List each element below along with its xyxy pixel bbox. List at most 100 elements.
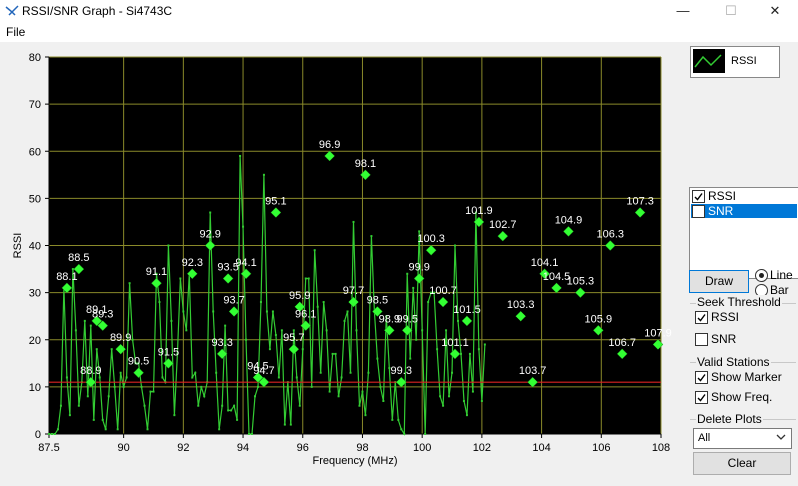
station-frequency-label: 103.7 — [519, 365, 547, 377]
series-item-rssi[interactable]: RSSI — [691, 189, 797, 203]
rssi-data-point — [483, 343, 486, 346]
rssi-data-point — [477, 348, 480, 351]
station-frequency-label: 107.9 — [644, 327, 672, 339]
seek-rssi-checkbox[interactable] — [695, 311, 708, 324]
line-radio[interactable] — [755, 269, 768, 282]
rssi-data-point — [421, 329, 424, 332]
rssi-data-point — [116, 428, 119, 431]
rssi-data-point — [415, 338, 418, 341]
station-frequency-label: 88.9 — [80, 365, 101, 377]
station-frequency-label: 91.1 — [146, 266, 167, 278]
rssi-data-point — [200, 385, 203, 388]
rssi-data-point — [185, 329, 188, 332]
rssi-data-point — [376, 357, 379, 360]
rssi-data-point — [283, 423, 286, 426]
rssi-data-point — [245, 338, 248, 341]
rssi-data-point — [352, 220, 355, 223]
y-tick-label: 40 — [29, 241, 41, 253]
delete-plots-title: Delete Plots — [696, 412, 763, 426]
x-tick-label: 100 — [413, 442, 431, 454]
show-freq-checkbox[interactable] — [695, 391, 708, 404]
rssi-data-point — [316, 305, 319, 308]
rssi-data-point — [271, 310, 274, 313]
rssi-data-point — [325, 329, 328, 332]
rssi-data-point — [179, 277, 182, 280]
rssi-data-point — [48, 433, 50, 435]
rssi-data-point — [313, 249, 316, 252]
show-marker-checkbox[interactable] — [695, 371, 708, 384]
seek-threshold-title: Seek Threshold — [696, 295, 782, 309]
station-frequency-label: 100.7 — [429, 285, 457, 297]
x-tick-label: 102 — [473, 442, 491, 454]
rssi-data-point — [92, 418, 95, 421]
rssi-data-point — [349, 371, 352, 374]
rssi-data-point — [304, 277, 307, 280]
station-frequency-label: 101.9 — [465, 205, 493, 217]
rssi-data-point — [480, 400, 483, 403]
rssi-data-point — [418, 230, 421, 233]
rssi-data-point — [53, 433, 56, 435]
rssi-data-point — [149, 390, 152, 393]
station-frequency-label: 98.1 — [355, 158, 376, 170]
rssi-data-point — [361, 390, 364, 393]
rssi-data-point — [83, 319, 86, 322]
rssi-data-point — [230, 409, 233, 412]
rssi-data-point — [277, 376, 280, 379]
seek-snr-checkbox[interactable] — [695, 333, 708, 346]
x-tick-label: 108 — [652, 442, 670, 454]
rssi-data-point — [209, 211, 212, 214]
rssi-data-point — [233, 404, 236, 407]
show-freq-label: Show Freq. — [711, 390, 773, 404]
rssi-data-point — [259, 301, 262, 304]
rssi-data-point — [86, 395, 89, 398]
maximize-button[interactable]: ☐ — [708, 0, 754, 22]
rssi-data-point — [182, 310, 185, 313]
clear-button[interactable]: Clear — [693, 452, 791, 475]
rssi-data-point — [119, 371, 122, 374]
close-button[interactable]: ✕ — [752, 0, 798, 22]
series-snr-checkbox[interactable] — [692, 205, 705, 218]
delete-plots-select[interactable]: All — [693, 428, 792, 449]
rssi-data-point — [146, 428, 149, 431]
rssi-data-point — [215, 371, 218, 374]
rssi-data-point — [128, 282, 131, 285]
station-frequency-label: 99.5 — [397, 313, 418, 325]
y-tick-label: 10 — [29, 382, 41, 394]
rssi-data-point — [170, 319, 173, 322]
station-frequency-label: 106.3 — [596, 229, 624, 241]
station-frequency-label: 91.5 — [158, 346, 179, 358]
series-item-snr[interactable]: SNR — [691, 204, 797, 218]
rssi-data-point — [265, 310, 268, 313]
rssi-data-point — [242, 225, 245, 228]
rssi-data-point — [448, 395, 451, 398]
rssi-data-point — [152, 390, 155, 393]
rssi-data-point — [248, 433, 251, 435]
station-frequency-label: 107.3 — [626, 196, 654, 208]
station-frequency-label: 97.7 — [343, 285, 364, 297]
rssi-data-point — [451, 371, 454, 374]
minimize-button[interactable]: — — [660, 0, 706, 22]
y-tick-label: 80 — [29, 52, 41, 64]
draw-button[interactable]: Draw — [689, 270, 749, 293]
rssi-data-point — [197, 404, 200, 407]
rssi-data-point — [468, 352, 471, 355]
series-checklist[interactable]: RSSI SNR — [689, 187, 798, 279]
rssi-data-point — [331, 352, 334, 355]
series-rssi-checkbox[interactable] — [692, 190, 705, 203]
rssi-data-point — [346, 310, 349, 313]
rssi-data-point — [400, 428, 403, 431]
station-frequency-label: 106.7 — [608, 337, 636, 349]
rssi-data-point — [256, 385, 259, 388]
rssi-data-point — [173, 414, 176, 417]
station-frequency-label: 88.1 — [56, 271, 77, 283]
series-item-label: SNR — [708, 204, 734, 218]
rssi-data-point — [131, 338, 134, 341]
rssi-data-point — [322, 301, 325, 304]
rssi-data-point — [319, 371, 322, 374]
rssi-data-point — [203, 395, 206, 398]
menu-file[interactable]: File — [6, 25, 25, 39]
rssi-data-point — [382, 400, 385, 403]
x-tick-label: 98 — [356, 442, 368, 454]
rssi-data-point — [379, 385, 382, 388]
x-tick-label: 90 — [118, 442, 130, 454]
